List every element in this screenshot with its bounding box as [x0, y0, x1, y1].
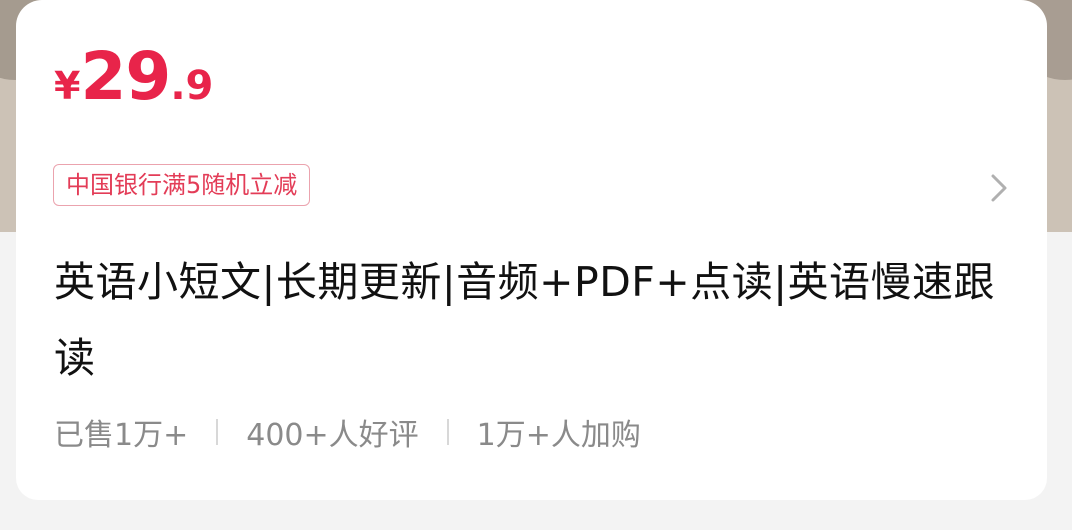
price-decimal: .9: [170, 63, 214, 109]
add-to-cart-count: 1万+人加购: [476, 418, 641, 453]
sold-count: 已售1万+: [54, 418, 189, 453]
currency-symbol: ¥: [54, 64, 81, 108]
stats-divider: [446, 419, 449, 445]
product-title: 英语小短文|长期更新|音频+PDF+点读|英语慢速跟读: [54, 258, 996, 382]
product-info-card: ¥29.9 中国银行满5随机立减 英语小短文|长期更新|音频+PDF+点读|英语…: [16, 0, 1047, 500]
chevron-right-icon[interactable]: [984, 170, 1014, 206]
promo-tag[interactable]: 中国银行满5随机立减: [53, 164, 311, 206]
review-count: 400+人好评: [246, 418, 419, 453]
price-integer: 29: [80, 38, 171, 115]
product-stats: 已售1万+ 400+人好评 1万+人加购: [54, 410, 641, 454]
stats-divider: [216, 419, 219, 445]
product-price: ¥29.9: [54, 44, 213, 110]
